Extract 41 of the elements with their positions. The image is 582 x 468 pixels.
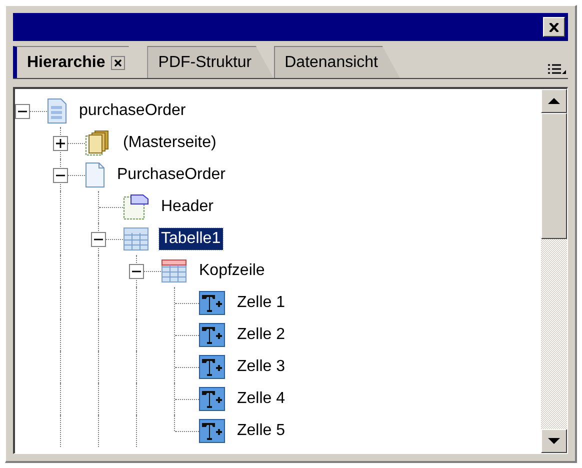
down-arrow-icon [548,438,560,444]
pages-stack-icon [85,130,111,156]
up-arrow-icon [548,98,560,104]
tree-item[interactable]: Zelle 4 [235,388,288,410]
collapse-toggle[interactable] [91,232,106,247]
scroll-up-button[interactable] [541,89,567,113]
tree-item[interactable]: Zelle 1 [235,292,288,314]
close-button[interactable] [543,17,565,37]
tree-item[interactable]: PurchaseOrder [115,164,228,186]
tab-close-icon[interactable] [111,56,126,70]
scrollbar[interactable] [541,89,567,453]
collapse-toggle[interactable] [15,104,30,119]
text-field-icon [199,323,225,347]
header-icon [123,194,149,220]
text-field-icon [199,387,225,411]
table-icon [161,259,187,283]
text-field-icon [199,419,225,443]
tab[interactable]: Datenansicht [274,46,400,78]
tree-item[interactable]: Header [159,196,216,218]
tab[interactable]: PDF-Struktur [147,46,274,78]
tree-item[interactable]: Zelle 2 [235,324,288,346]
expand-toggle[interactable] [53,136,68,151]
page-icon [85,162,105,188]
tree-item[interactable]: (Masterseite) [121,132,218,154]
close-icon [549,22,559,32]
menu-icon[interactable] [548,64,566,76]
collapse-toggle[interactable] [129,264,144,279]
tree-item[interactable]: Zelle 5 [235,420,288,442]
table-icon [123,227,149,251]
close-icon [114,58,122,66]
document-icon [47,98,67,124]
text-field-icon [199,291,225,315]
scroll-thumb[interactable] [541,113,567,239]
scroll-down-button[interactable] [541,429,567,453]
tree-item[interactable]: Tabelle1 [159,228,223,250]
text-field-icon [199,355,225,379]
plus-icon [56,139,65,148]
tree-item[interactable]: purchaseOrder [77,100,188,122]
tree-item[interactable]: Kopfzeile [197,260,267,282]
tree-item[interactable]: Zelle 3 [235,356,288,378]
collapse-toggle[interactable] [53,168,68,183]
